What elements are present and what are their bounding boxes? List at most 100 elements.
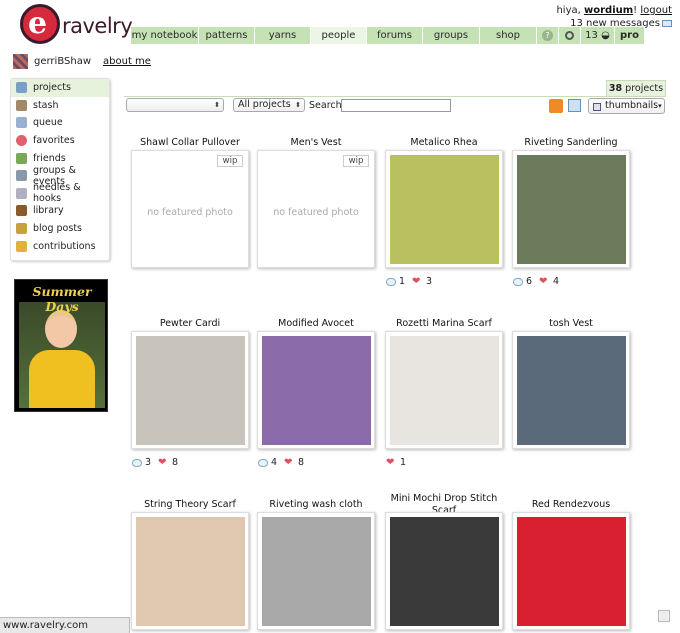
- tab-pro[interactable]: pro: [615, 27, 645, 44]
- search-input[interactable]: [341, 99, 451, 112]
- project-card[interactable]: [131, 331, 249, 449]
- project-card[interactable]: wip no featured photo: [131, 150, 249, 268]
- project-card[interactable]: [131, 512, 249, 630]
- sidebar-item-contributions[interactable]: contributions: [11, 237, 109, 255]
- project-card[interactable]: [512, 150, 630, 268]
- projects-count-tab[interactable]: 38 projects: [606, 80, 666, 96]
- project-title[interactable]: Riveting Sanderling: [511, 137, 631, 148]
- project-title[interactable]: Rozetti Marina Scarf: [384, 318, 504, 329]
- status-select[interactable]: All projects ⬍: [233, 98, 305, 112]
- sidebar-item-needles-hooks[interactable]: needles & hooks: [11, 182, 109, 204]
- project-card[interactable]: [385, 331, 503, 449]
- project-photo[interactable]: [390, 155, 499, 264]
- tab-people[interactable]: people: [311, 27, 367, 44]
- heart-icon[interactable]: ❤: [158, 458, 169, 468]
- no-photo-text: no featured photo: [147, 207, 233, 218]
- sidebar-item-blog-posts[interactable]: blog posts: [11, 220, 109, 238]
- comment-icon[interactable]: [132, 458, 142, 467]
- project-title[interactable]: String Theory Scarf: [130, 499, 250, 510]
- project-card[interactable]: [385, 150, 503, 268]
- sidebar-item-projects[interactable]: projects: [11, 79, 109, 97]
- project-title[interactable]: tosh Vest: [511, 318, 631, 329]
- project-title[interactable]: Shawl Collar Pullover: [130, 137, 250, 148]
- project-card[interactable]: [512, 512, 630, 630]
- project-photo[interactable]: [136, 517, 245, 626]
- dropdown-icon: ▾: [658, 102, 662, 110]
- category-select[interactable]: ⬍: [126, 98, 224, 112]
- rss-icon[interactable]: [549, 99, 563, 113]
- queue-icon: [16, 117, 27, 129]
- slideshow-icon[interactable]: [568, 99, 581, 112]
- project-title[interactable]: Pewter Cardi: [130, 318, 250, 329]
- project-card[interactable]: [257, 512, 375, 630]
- comment-icon[interactable]: [258, 458, 268, 467]
- stash-icon: [16, 99, 27, 111]
- sidebar-item-stash[interactable]: stash: [11, 97, 109, 115]
- sidebar-item-label: library: [33, 205, 64, 217]
- help-button[interactable]: ?: [537, 27, 559, 44]
- comment-icon[interactable]: [386, 277, 396, 286]
- project-photo[interactable]: [262, 336, 371, 445]
- view-select[interactable]: thumbnails▾: [588, 98, 665, 114]
- comment-icon[interactable]: [513, 277, 523, 286]
- sidebar-item-label: contributions: [33, 240, 96, 252]
- project-stats: 4 ❤ 8: [258, 457, 304, 468]
- advertisement[interactable]: Summer Days: [14, 279, 108, 412]
- sidebar-item-library[interactable]: library: [11, 202, 109, 220]
- top-bar: e ravelry hiya, wordium! logout 13 new m…: [0, 0, 680, 46]
- tab-patterns[interactable]: patterns: [199, 27, 255, 44]
- heart-icon[interactable]: ❤: [386, 458, 397, 468]
- about-me-link[interactable]: about me: [103, 56, 151, 67]
- project-title[interactable]: Red Rendezvous: [511, 499, 631, 510]
- project-title[interactable]: Metalico Rhea: [384, 137, 504, 148]
- project-title[interactable]: Men's Vest: [256, 137, 376, 148]
- tab-yarns[interactable]: yarns: [255, 27, 311, 44]
- sidebar-item-favorites[interactable]: favorites: [11, 132, 109, 150]
- contributions-icon: [16, 240, 27, 252]
- project-title[interactable]: Riveting wash cloth: [256, 499, 376, 510]
- username-link[interactable]: wordium: [584, 5, 633, 16]
- status-select-value: All projects: [238, 99, 291, 110]
- project-photo[interactable]: [517, 336, 626, 445]
- tab-groups[interactable]: groups: [423, 27, 480, 44]
- avatar[interactable]: [13, 53, 28, 69]
- sidebar-item-label: projects: [33, 82, 71, 94]
- project-photo[interactable]: [262, 517, 371, 626]
- ad-child-face: [45, 310, 77, 348]
- heart-icon[interactable]: ❤: [412, 277, 423, 287]
- logout-link[interactable]: logout: [640, 5, 672, 16]
- share-icon[interactable]: [658, 610, 670, 622]
- project-photo[interactable]: [390, 336, 499, 445]
- favorite-count: 8: [172, 457, 179, 468]
- ravelry-logo[interactable]: e ravelry: [8, 2, 133, 46]
- heart-icon[interactable]: ❤: [284, 458, 295, 468]
- mail-icon[interactable]: [662, 19, 672, 27]
- sidebar-item-queue[interactable]: queue: [11, 114, 109, 132]
- wip-badge: wip: [343, 155, 369, 167]
- comment-count: 1: [399, 276, 406, 287]
- tab-shop[interactable]: shop: [480, 27, 537, 44]
- wip-badge: wip: [217, 155, 243, 167]
- projects-count: 38: [608, 83, 623, 94]
- project-card[interactable]: wip no featured photo: [257, 150, 375, 268]
- tab-forums[interactable]: forums: [367, 27, 423, 44]
- project-photo[interactable]: [136, 336, 245, 445]
- heart-icon[interactable]: ❤: [539, 277, 550, 287]
- heart-icon: [16, 135, 27, 147]
- tab-my-notebook[interactable]: my notebook: [131, 27, 199, 44]
- favorite-count: 3: [426, 276, 433, 287]
- search-button[interactable]: [559, 27, 581, 44]
- project-photo[interactable]: [390, 517, 499, 626]
- browser-status-bar: www.ravelry.com: [0, 617, 130, 633]
- project-photo[interactable]: [517, 517, 626, 626]
- project-card[interactable]: [385, 512, 503, 630]
- project-photo[interactable]: [517, 155, 626, 264]
- logo-letter: e: [28, 6, 48, 41]
- project-card[interactable]: [257, 331, 375, 449]
- ad-photo: [19, 302, 105, 408]
- project-stats: 1 ❤ 3: [386, 276, 432, 287]
- project-title[interactable]: Modified Avocet: [256, 318, 376, 329]
- sidebar-item-label: blog posts: [33, 223, 82, 235]
- project-card[interactable]: [512, 331, 630, 449]
- ravelry-count-tab[interactable]: 13 ◒: [581, 27, 615, 44]
